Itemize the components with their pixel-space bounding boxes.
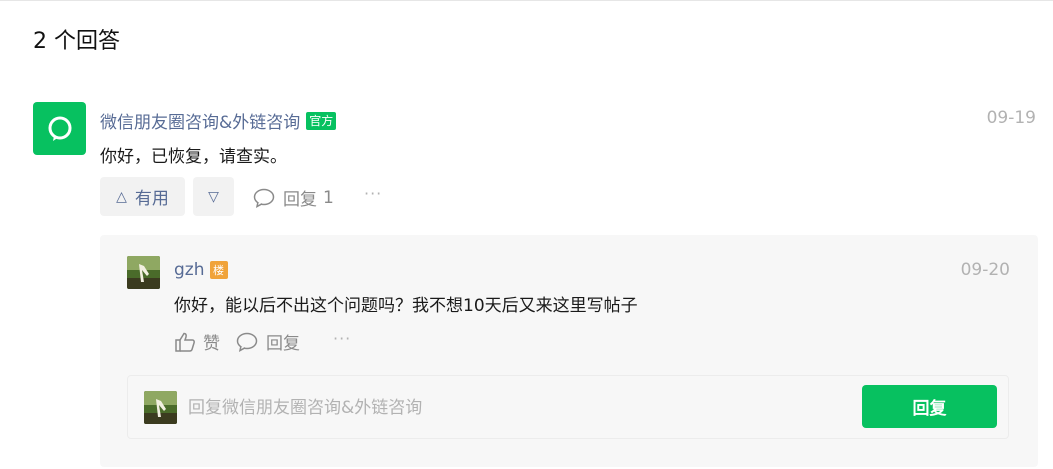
avatar-image: [144, 391, 177, 424]
downvote-triangle-icon: ▽: [208, 188, 219, 205]
reply-content: 你好，能以后不出这个问题吗？我不想10天后又来这里写帖子: [174, 296, 638, 316]
answers-count-heading: 2 个回答: [33, 29, 120, 54]
wechat-logo-icon: [48, 116, 71, 141]
reply-count: 1: [323, 187, 334, 208]
answer-author[interactable]: 微信朋友圈咨询&外链咨询 官方: [100, 108, 337, 133]
reply-input[interactable]: [188, 394, 828, 422]
like-label: 赞: [203, 334, 220, 354]
comment-bubble-icon: [236, 332, 258, 352]
user-avatar[interactable]: [127, 256, 160, 289]
official-badge: 官方: [306, 111, 337, 130]
answer-reply-button[interactable]: 回复 1: [253, 185, 334, 210]
comment-bubble-icon: [253, 188, 275, 208]
useful-button[interactable]: △ 有用: [100, 177, 185, 216]
upvote-triangle-icon: △: [116, 188, 127, 205]
answer-more-icon[interactable]: ···: [364, 184, 382, 203]
answer-author-name[interactable]: 微信朋友圈咨询&外链咨询: [100, 108, 300, 133]
useful-label: 有用: [134, 189, 169, 209]
answer-content: 你好，已恢复，请查实。: [100, 147, 287, 167]
reply-submit-button[interactable]: 回复: [862, 385, 997, 428]
floor-owner-badge: 楼: [209, 261, 228, 279]
official-avatar[interactable]: [33, 102, 86, 155]
sub-reply-label: 回复: [266, 334, 300, 354]
reply-author[interactable]: gzh 楼: [174, 260, 228, 280]
downvote-button[interactable]: ▽: [193, 177, 234, 216]
reply-more-icon[interactable]: ···: [333, 329, 351, 348]
like-button[interactable]: 赞: [174, 329, 220, 354]
thumbs-up-icon: [175, 332, 195, 352]
reply-author-name[interactable]: gzh: [174, 260, 205, 280]
current-user-avatar: [144, 391, 177, 424]
sub-reply-button[interactable]: 回复: [236, 329, 300, 354]
reply-date: 09-20: [960, 260, 1010, 280]
reply-label: 回复: [283, 190, 317, 210]
avatar-image: [127, 256, 160, 289]
answer-date: 09-19: [986, 108, 1036, 128]
